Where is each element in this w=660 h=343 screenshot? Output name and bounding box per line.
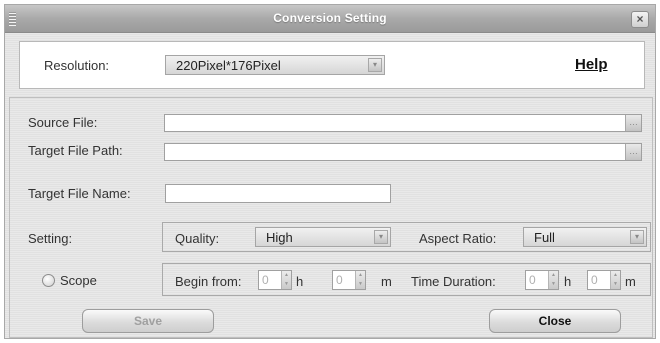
begin-hours-spinner[interactable]: 0 ▲ ▼ (258, 270, 292, 290)
close-icon[interactable]: × (631, 11, 649, 28)
source-file-field[interactable]: … (164, 114, 642, 132)
target-path-field[interactable]: … (164, 143, 642, 161)
begin-minutes-value: 0 (336, 273, 343, 287)
duration-hours-unit: h (564, 274, 572, 289)
target-name-label: Target File Name: (28, 186, 131, 201)
title-bar[interactable]: Conversion Setting × (5, 5, 655, 33)
close-button[interactable]: Close (489, 309, 621, 333)
duration-minutes-value: 0 (591, 273, 598, 287)
chevron-down-icon[interactable]: ▾ (374, 230, 388, 244)
resolution-value: 220Pixel*176Pixel (176, 58, 281, 73)
spinner-arrows-icon[interactable]: ▲ ▼ (281, 271, 291, 289)
dialog-title: Conversion Setting (273, 11, 387, 25)
scope-group: Begin from: 0 ▲ ▼ h 0 ▲ ▼ m Time Duration:… (162, 263, 651, 296)
resolution-panel: Resolution: 220Pixel*176Pixel ▾ Help (19, 41, 645, 89)
settings-panel: Source File: … Target File Path: … Targe… (9, 97, 653, 338)
target-name-field[interactable] (165, 184, 391, 203)
browse-icon[interactable]: … (625, 115, 641, 131)
begin-minutes-spinner[interactable]: 0 ▲ ▼ (332, 270, 366, 290)
resolution-label: Resolution: (44, 58, 110, 73)
spinner-arrows-icon[interactable]: ▲ ▼ (610, 271, 620, 289)
save-button[interactable]: Save (82, 309, 214, 333)
conversion-setting-dialog: Conversion Setting × Resolution: 220Pixe… (4, 4, 656, 339)
resolution-dropdown[interactable]: 220Pixel*176Pixel ▾ (165, 55, 385, 75)
aspect-ratio-dropdown[interactable]: Full ▾ (523, 227, 647, 247)
target-path-label: Target File Path: (28, 143, 123, 158)
begin-from-label: Begin from: (175, 274, 242, 289)
spinner-arrows-icon[interactable]: ▲ ▼ (548, 271, 558, 289)
duration-minutes-unit: m (625, 274, 636, 289)
quality-label: Quality: (175, 231, 220, 246)
scope-radio[interactable] (42, 274, 55, 287)
quality-value: High (266, 230, 293, 245)
source-file-label: Source File: (28, 115, 98, 130)
quality-dropdown[interactable]: High ▾ (255, 227, 391, 247)
aspect-ratio-value: Full (534, 230, 555, 245)
setting-group: Quality: High ▾ Aspect Ratio: Full ▾ (162, 222, 651, 252)
help-link[interactable]: Help (575, 56, 608, 73)
begin-minutes-unit: m (381, 274, 392, 289)
duration-minutes-spinner[interactable]: 0 ▲ ▼ (587, 270, 621, 290)
time-duration-label: Time Duration: (411, 274, 496, 289)
scope-label[interactable]: Scope (60, 273, 97, 288)
chevron-down-icon[interactable]: ▾ (368, 58, 382, 72)
spinner-arrows-icon[interactable]: ▲ ▼ (355, 271, 365, 289)
browse-icon[interactable]: … (625, 144, 641, 160)
duration-hours-spinner[interactable]: 0 ▲ ▼ (525, 270, 559, 290)
begin-hours-unit: h (296, 274, 304, 289)
aspect-ratio-label: Aspect Ratio: (419, 231, 497, 246)
duration-hours-value: 0 (529, 273, 536, 287)
chevron-down-icon[interactable]: ▾ (630, 230, 644, 244)
begin-hours-value: 0 (262, 273, 269, 287)
setting-label: Setting: (28, 231, 73, 246)
